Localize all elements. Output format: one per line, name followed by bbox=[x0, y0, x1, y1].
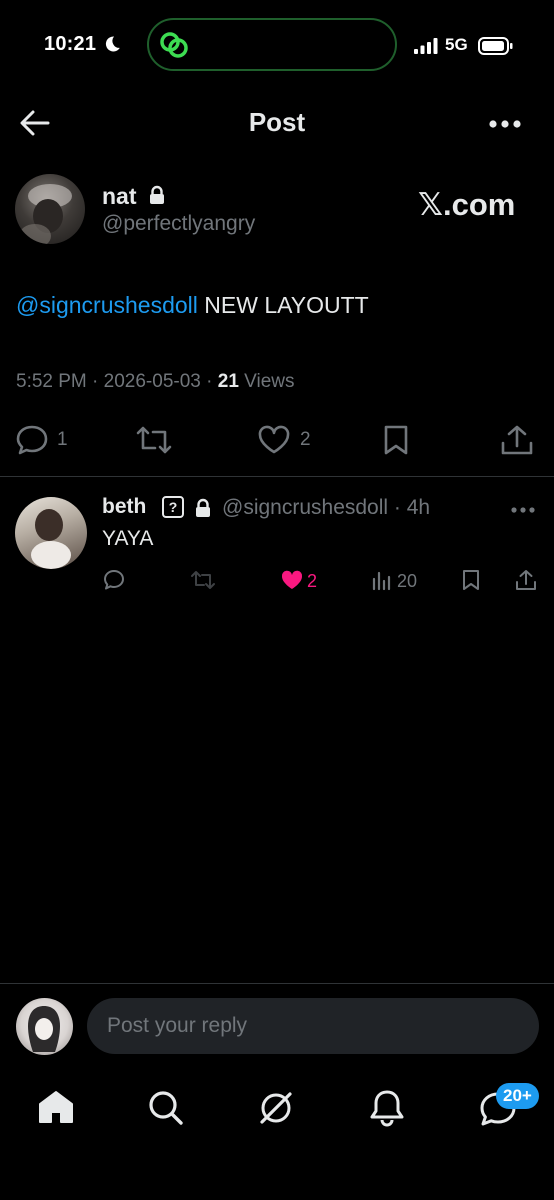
mention-link[interactable]: @signcrushesdoll bbox=[16, 292, 198, 318]
reply-age: 4h bbox=[406, 496, 431, 519]
author-avatar[interactable] bbox=[15, 174, 85, 244]
post-meta: 5:52 PM · 2026-05-03 · 21 Views bbox=[16, 371, 295, 392]
post-body: NEW LAYOUTT bbox=[197, 292, 369, 318]
reply-more-icon[interactable] bbox=[510, 506, 536, 514]
like-count: 2 bbox=[300, 429, 311, 450]
home-icon[interactable] bbox=[37, 1088, 75, 1126]
reply-repost-icon[interactable] bbox=[190, 569, 216, 591]
signal-icon bbox=[414, 38, 440, 54]
question-badge: ? bbox=[162, 496, 184, 518]
network-label: 5G bbox=[445, 35, 468, 54]
post-date: 2026-05-03 bbox=[103, 371, 201, 392]
reply-handle: @signcrushesdoll · 4h bbox=[222, 496, 431, 519]
reply-avatar[interactable] bbox=[15, 497, 87, 569]
reply-views-icon[interactable] bbox=[371, 569, 393, 591]
reply-like-count: 2 bbox=[307, 571, 318, 591]
grok-icon[interactable] bbox=[256, 1088, 296, 1128]
reply-view-count: 20 bbox=[397, 571, 418, 591]
user-avatar[interactable] bbox=[16, 998, 73, 1055]
lock-icon bbox=[148, 185, 166, 205]
reply-text: YAYA bbox=[102, 527, 154, 550]
reply-count: 1 bbox=[57, 429, 68, 450]
reply-input[interactable]: Post your reply bbox=[87, 998, 539, 1054]
reply-share-icon[interactable] bbox=[515, 569, 537, 591]
reply-bookmark-icon[interactable] bbox=[461, 569, 481, 591]
moon-icon bbox=[103, 35, 121, 53]
post-time: 5:52 PM bbox=[16, 371, 87, 392]
reply-action[interactable] bbox=[16, 424, 50, 456]
reply-author-name[interactable]: beth bbox=[102, 495, 146, 519]
more-options-icon[interactable] bbox=[488, 119, 524, 129]
search-icon[interactable] bbox=[146, 1088, 184, 1126]
link-icon bbox=[158, 30, 190, 60]
x-watermark: 𝕏.com bbox=[418, 187, 516, 222]
reply-author-handle[interactable]: @signcrushesdoll bbox=[222, 496, 388, 519]
author-handle[interactable]: @perfectlyangry bbox=[102, 212, 255, 236]
lock-icon bbox=[194, 498, 212, 518]
notifications-icon[interactable] bbox=[368, 1088, 406, 1128]
reply-like-icon[interactable] bbox=[280, 569, 304, 591]
reply-comment-icon[interactable] bbox=[103, 569, 125, 591]
views-count: 21 bbox=[217, 371, 239, 392]
bookmark-icon[interactable] bbox=[382, 424, 410, 456]
share-icon[interactable] bbox=[500, 424, 534, 456]
battery-icon bbox=[478, 37, 514, 55]
views-label[interactable]: Views bbox=[244, 371, 294, 392]
author-name[interactable]: nat bbox=[102, 183, 137, 210]
messages-badge: 20+ bbox=[496, 1083, 539, 1109]
divider bbox=[0, 476, 554, 477]
like-icon[interactable] bbox=[257, 424, 291, 456]
post-text: @signcrushesdoll NEW LAYOUTT bbox=[16, 292, 369, 319]
status-time: 10:21 bbox=[44, 33, 97, 55]
repost-icon[interactable] bbox=[135, 424, 173, 456]
page-title: Post bbox=[248, 107, 306, 137]
divider bbox=[0, 983, 554, 984]
